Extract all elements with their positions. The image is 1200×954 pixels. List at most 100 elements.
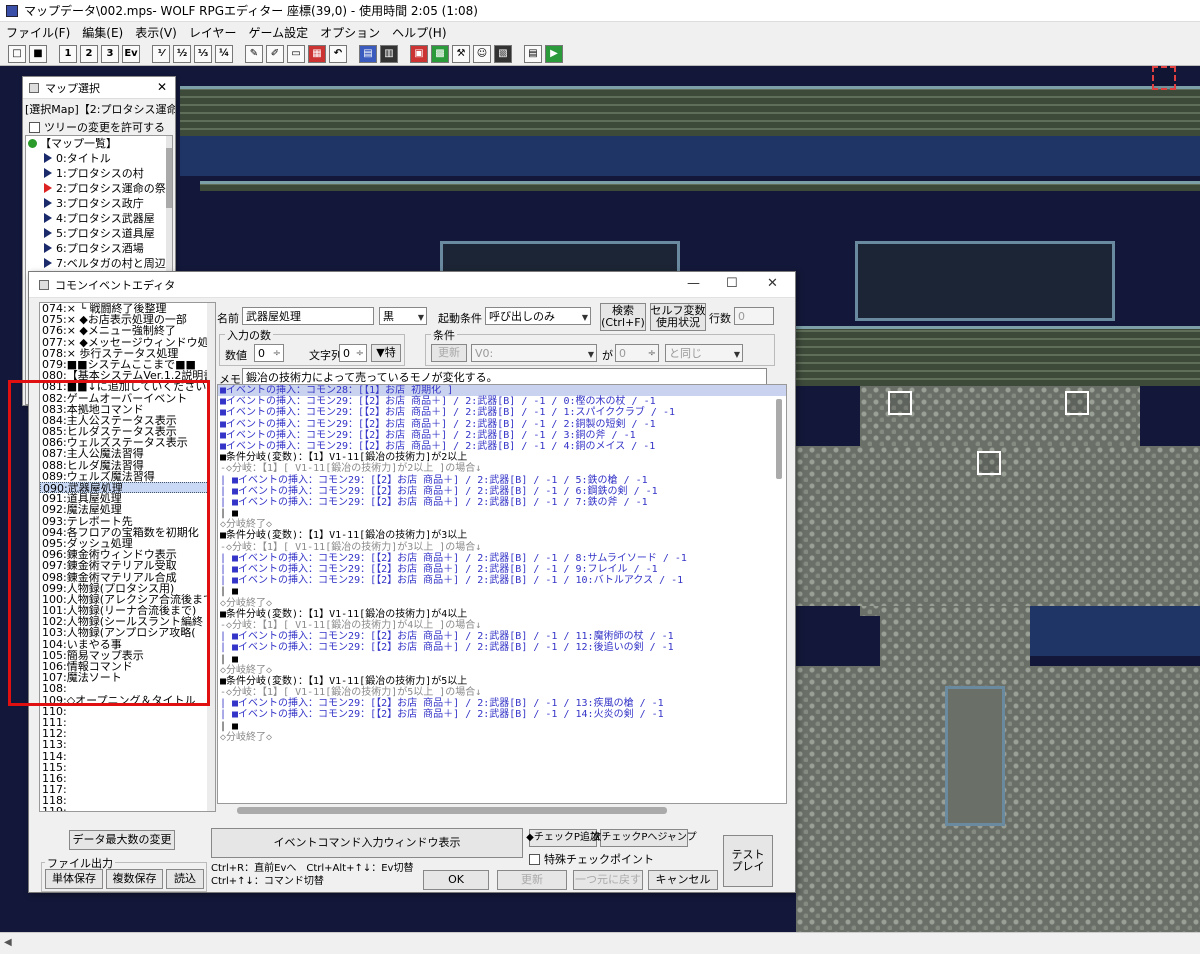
event-list-item[interactable]: 078:× 歩行ステータス処理 (40, 348, 215, 359)
event-list-item[interactable]: 082:ゲームオーバーイベント (40, 393, 215, 404)
event-list-item[interactable]: 119: (40, 806, 215, 811)
change-max-data-button[interactable]: データ最大数の変更 (69, 830, 175, 850)
command-line[interactable]: | ■イベントの挿入：コモン29：[【2】お店 商品＋] / 2:武器[B] /… (218, 709, 786, 720)
menu-layer[interactable]: レイヤー (189, 24, 237, 41)
event-list-item[interactable]: 099:人物録(プロタシス用) (40, 583, 215, 594)
menu-edit[interactable]: 編集(E) (82, 24, 123, 41)
sys-db-icon[interactable]: ▣ (410, 44, 428, 63)
cancel-button[interactable]: キャンセル (648, 870, 718, 890)
event-list-item[interactable]: 087:主人公魔法習得 (40, 448, 215, 459)
command-line[interactable]: -◇分岐：【1】[ V1-11[鍛冶の技術力]が2以上 ]の場合↓ (218, 463, 786, 474)
command-line[interactable]: | ■イベントの挿入：コモン29：[【2】お店 商品＋] / 2:武器[B] /… (218, 486, 786, 497)
event-list-item[interactable]: 113: (40, 739, 215, 750)
event-list-item[interactable]: 088:ヒルダ魔法習得 (40, 460, 215, 471)
pencil-icon[interactable]: ✎ (245, 44, 263, 63)
common-event-icon[interactable]: ▤ (524, 44, 542, 63)
string-count-spinner[interactable]: 0 (339, 344, 367, 362)
event-command-list[interactable]: ■イベントの挿入：コモン28：[【1】お店 初期化 ] ■イベントの挿入：コモン2… (217, 384, 787, 804)
event-list-item[interactable]: 105:簡易マップ表示 (40, 650, 215, 661)
command-list-horizontal-scrollbar[interactable] (217, 804, 787, 818)
zoom-4-icon[interactable]: ¼ (215, 44, 233, 63)
save-icon[interactable]: ■ (29, 44, 47, 63)
scroll-left-icon[interactable]: ◀ (4, 937, 12, 948)
map-tree-item-current[interactable]: 2:プロタシス運命の祭場 (26, 181, 172, 196)
special-settings-button[interactable]: ▼特 (371, 344, 401, 362)
command-line[interactable]: | ■ (218, 586, 786, 597)
condition-value-spinner[interactable]: 0 (615, 344, 659, 362)
common-event-list[interactable]: 074:× └ 戦闘終了後整理 075:× ◆お店表示処理の一部 076:× ◆メニ… (39, 302, 216, 812)
condition-variable-select[interactable]: V0: (471, 344, 597, 362)
special-checkpoint-checkbox[interactable]: 特殊チェックポイント (529, 851, 654, 867)
event-list-item[interactable]: 094:各フロアの宝箱数を初期化 (40, 527, 215, 538)
event-list-item[interactable]: 112: (40, 728, 215, 739)
color-select[interactable]: 黒 (379, 307, 427, 325)
editor-titlebar[interactable]: コモンイベントエディタ (29, 272, 795, 298)
command-line[interactable]: ■イベントの挿入：コモン29：[【2】お店 商品＋] / 2:武器[B] / -… (218, 419, 786, 430)
numeric-count-spinner[interactable]: 0 (254, 344, 284, 362)
map-tree-item[interactable]: 6:プロタシス酒場 (26, 241, 172, 256)
command-line[interactable]: | ■イベントの挿入：コモン29：[【2】お店 商品＋] / 2:武器[B] /… (218, 575, 786, 586)
map-tree-item[interactable]: 7:ベルタガの村と周辺フ (26, 256, 172, 271)
event-list-item[interactable]: 091:道具屋処理 (40, 493, 215, 504)
menu-options[interactable]: オプション (320, 24, 380, 41)
command-line[interactable]: ◇分岐終了◇ (218, 598, 786, 609)
event-list-item[interactable]: 114: (40, 751, 215, 762)
command-line[interactable]: | ■イベントの挿入：コモン29：[【2】お店 商品＋] / 2:武器[B] /… (218, 631, 786, 642)
close-icon[interactable]: ✕ (157, 80, 167, 94)
event-list-item[interactable]: 083:本拠地コマンド (40, 404, 215, 415)
map-horizontal-scrollbar[interactable]: ◀ (0, 932, 1200, 954)
tools-icon[interactable]: ⚒ (452, 44, 470, 63)
event-list-item[interactable]: 084:主人公ステータス表示 (40, 415, 215, 426)
ok-button[interactable]: OK (423, 870, 489, 890)
trigger-select[interactable]: 呼び出しのみ (485, 307, 591, 325)
command-line[interactable]: | ■イベントの挿入：コモン29：[【2】お店 商品＋] / 2:武器[B] /… (218, 553, 786, 564)
event-list-item[interactable]: 117: (40, 784, 215, 795)
maximize-icon[interactable]: ☐ (726, 276, 738, 291)
event-list-item[interactable]: 098:錬金術マテリアル合成 (40, 572, 215, 583)
command-line[interactable]: ■条件分岐(変数)：【1】V1-11[鍛冶の技術力]が3以上 (218, 530, 786, 541)
event-list-item[interactable]: 108: (40, 683, 215, 694)
allow-tree-change-checkbox[interactable]: ツリーの変更を許可する (23, 119, 175, 135)
close-icon[interactable]: ✕ (767, 276, 778, 291)
zoom-2-icon[interactable]: ½ (173, 44, 191, 63)
command-line[interactable]: | ■ (218, 654, 786, 665)
condition-operator-select[interactable]: と同じ (665, 344, 743, 362)
event-list-item[interactable]: 111: (40, 717, 215, 728)
command-line[interactable]: | ■ (218, 721, 786, 732)
event-list-item[interactable]: 096:錬金術ウィンドウ表示 (40, 549, 215, 560)
event-list-item[interactable]: 097:錬金術マテリアル受取 (40, 560, 215, 571)
event-list-scrollbar[interactable] (207, 303, 215, 811)
menu-file[interactable]: ファイル(F) (6, 24, 70, 41)
command-line[interactable]: ■イベントの挿入：コモン29：[【2】お店 商品＋] / 2:武器[B] / -… (218, 430, 786, 441)
event-list-item-selected[interactable]: 090:武器屋処理 (40, 482, 215, 494)
database-icon[interactable]: ▤ (359, 44, 377, 63)
event-list-item[interactable]: 106:情報コマンド (40, 661, 215, 672)
map-event-marker[interactable] (977, 451, 1001, 475)
single-save-button[interactable]: 単体保存 (45, 869, 103, 889)
event-list-item[interactable]: 102:人物録(シールスラント編終 (40, 616, 215, 627)
event-list-item[interactable]: 100:人物録(アレクシア合流後まで (40, 594, 215, 605)
event-list-item[interactable]: 079:■■システムここまで■■ (40, 359, 215, 370)
load-button[interactable]: 読込 (166, 869, 204, 889)
menu-view[interactable]: 表示(V) (135, 24, 177, 41)
command-line[interactable]: ■イベントの挿入：コモン29：[【2】お店 商品＋] / 2:武器[B] / -… (218, 441, 786, 452)
jump-next-checkpoint-button[interactable]: 次チェックPへジャンプ (591, 829, 697, 847)
zoom-3-icon[interactable]: ⅓ (194, 44, 212, 63)
map-tree-item[interactable]: 5:プロタシス道具屋 (26, 226, 172, 241)
map-tree-item[interactable]: 0:タイトル (26, 151, 172, 166)
minimize-icon[interactable]: — (687, 276, 700, 291)
event-list-item[interactable]: 092:魔法屋処理 (40, 504, 215, 515)
event-list-item[interactable]: 074:× └ 戦闘終了後整理 (40, 303, 215, 314)
play-icon[interactable]: ▶ (545, 44, 563, 63)
checkbox-box[interactable] (29, 121, 40, 133)
event-list-item[interactable]: 081:■■↓に追加していください■■ (40, 381, 215, 392)
command-line[interactable]: ■イベントの挿入：コモン29：[【2】お店 商品＋] / 2:武器[B] / -… (218, 396, 786, 407)
event-list-item[interactable]: 076:× ◆メニュー強制終了 (40, 325, 215, 336)
event-list-item[interactable]: 080:【基本システムVer.1.2説明書】 (40, 370, 215, 381)
search-button[interactable]: 検索 (Ctrl+F) (600, 303, 646, 331)
brush-icon[interactable]: ✐ (266, 44, 284, 63)
command-line[interactable]: -◇分岐：【1】[ V1-11[鍛冶の技術力]が4以上 ]の場合↓ (218, 620, 786, 631)
event-list-item[interactable]: 089:ウェルズ魔法習得 (40, 471, 215, 482)
undo-button[interactable]: 一つ元に戻す (573, 870, 643, 890)
command-line[interactable]: | ■イベントの挿入：コモン29：[【2】お店 商品＋] / 2:武器[B] /… (218, 497, 786, 508)
